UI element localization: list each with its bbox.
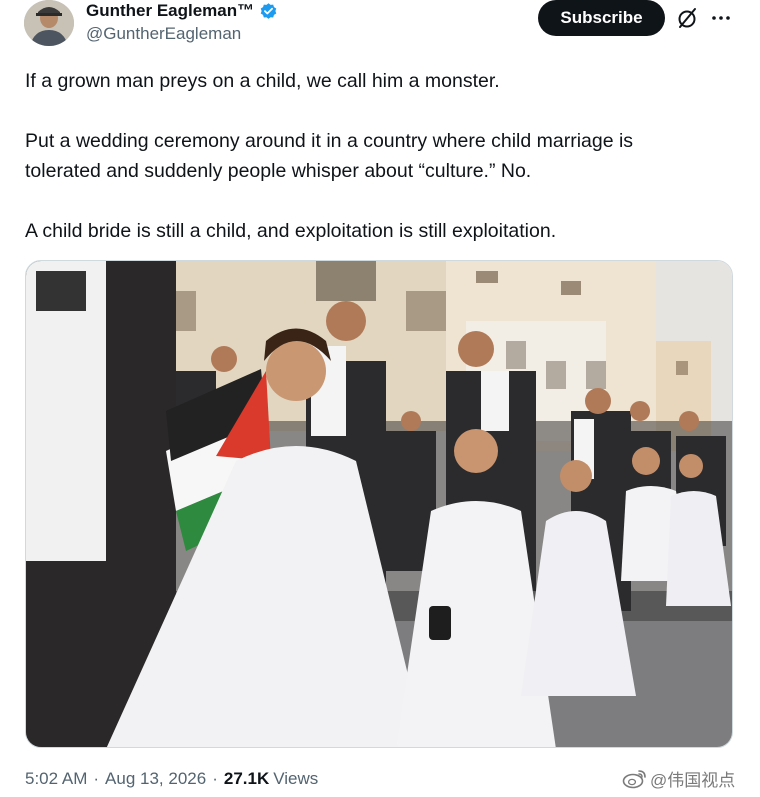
watermark: @伟国视点 <box>622 766 735 791</box>
tweet-text: If a grown man preys on a child, we call… <box>25 66 725 246</box>
display-name[interactable]: Gunther Eagleman™ <box>86 1 254 21</box>
meta-separator: · <box>212 769 218 788</box>
more-options-icon[interactable] <box>709 6 733 30</box>
tweet-card: Gunther Eagleman™ @GuntherEagleman Subsc… <box>0 0 760 797</box>
verified-badge-icon <box>259 2 278 21</box>
watermark-text: @伟国视点 <box>650 771 736 790</box>
tweet-line-1: If a grown man preys on a child, we call… <box>25 70 500 92</box>
subscribe-button[interactable]: Subscribe <box>538 0 665 36</box>
tweet-time[interactable]: 5:02 AM <box>25 769 87 789</box>
tweet-line-4: A child bride is still a child, and expl… <box>25 220 557 242</box>
weibo-icon <box>622 768 648 790</box>
tweet-photo[interactable] <box>25 260 733 748</box>
avatar[interactable] <box>24 0 74 46</box>
grok-icon[interactable] <box>675 6 699 30</box>
views-label: Views <box>273 769 319 788</box>
name-row: Gunther Eagleman™ <box>86 0 278 22</box>
tweet-line-3: tolerated and suddenly people whisper ab… <box>25 160 532 182</box>
handle[interactable]: @GuntherEagleman <box>86 24 241 44</box>
tweet-date[interactable]: Aug 13, 2026 <box>105 769 206 789</box>
meta-separator: · <box>93 769 100 788</box>
tweet-line-2: Put a wedding ceremony around it in a co… <box>25 130 634 152</box>
wedding-procession-photo <box>26 261 732 747</box>
tweet-header: Gunther Eagleman™ @GuntherEagleman Subsc… <box>0 0 760 52</box>
views-count: 27.1K <box>223 769 270 788</box>
tweet-meta: 5:02 AM · Aug 13, 2026 · 27.1K Views <box>25 769 318 789</box>
